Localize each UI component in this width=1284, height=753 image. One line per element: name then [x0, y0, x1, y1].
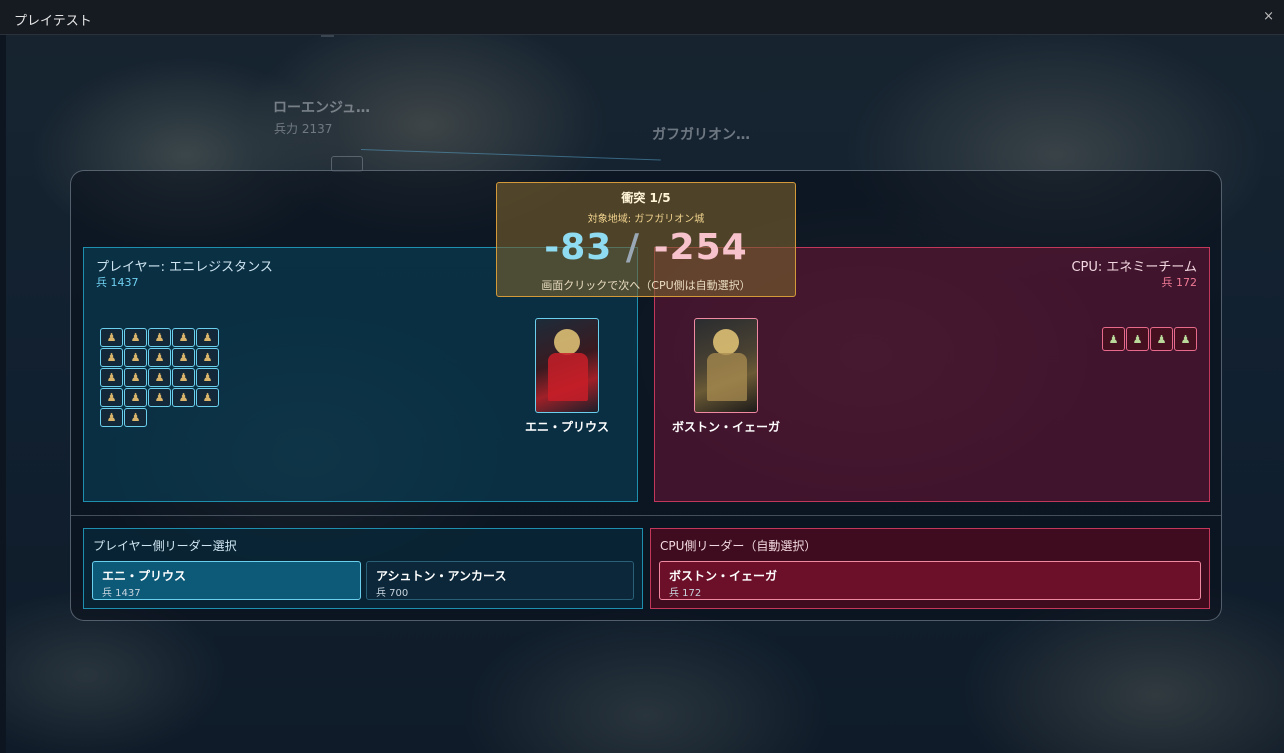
soldier-icon: ♟ — [172, 368, 195, 387]
player-leader-card — [535, 318, 599, 413]
leader-option-name: ボストン・イェーガ — [669, 569, 778, 583]
soldier-icon: ♟ — [148, 348, 171, 367]
player-leader-select-title: プレイヤー側リーダー選択 — [93, 539, 237, 553]
cpu-troops: 兵 172 — [1161, 276, 1198, 289]
soldier-icon: ♟ — [124, 328, 147, 347]
soldier-icon: ♟ — [124, 388, 147, 407]
window-title: プレイテスト — [14, 14, 92, 29]
cpu-leader-card — [694, 318, 758, 413]
leader-portrait-body — [707, 353, 747, 401]
cpu-damage-value: -254 — [653, 227, 748, 268]
player-damage-value: -83 — [544, 227, 613, 268]
leader-option-troops: 兵 1437 — [102, 588, 141, 599]
map-route-line — [360, 149, 661, 161]
soldier-icon: ♟ — [1150, 327, 1173, 351]
clash-damage: -83 / -254 — [497, 227, 795, 268]
leader-portrait-head — [554, 329, 580, 355]
cpu-soldier-grid: ♟ ♟ ♟ ♟ — [1102, 327, 1197, 351]
player-leader-select: プレイヤー側リーダー選択 エニ・プリウス 兵 1437 アシュトン・アンカース … — [83, 528, 643, 609]
soldier-icon: ♟ — [172, 348, 195, 367]
cpu-leader-name: ボストン・イェーガ — [671, 420, 780, 434]
leader-option-eni-prius[interactable]: エニ・プリウス 兵 1437 — [92, 561, 361, 600]
leader-option-troops: 兵 172 — [669, 588, 702, 599]
cpu-name: CPU: エネミーチーム — [1071, 260, 1197, 275]
soldier-icon: ♟ — [172, 388, 195, 407]
soldier-icon: ♟ — [148, 388, 171, 407]
soldier-icon: ♟ — [124, 368, 147, 387]
soldier-icon: ♟ — [100, 348, 123, 367]
soldier-icon: ♟ — [124, 408, 147, 427]
leader-option-ashton-ankers[interactable]: アシュトン・アンカース 兵 700 — [366, 561, 634, 600]
player-leader-name: エニ・プリウス — [524, 420, 609, 434]
soldier-icon: ♟ — [1174, 327, 1197, 351]
panel-divider — [71, 515, 1221, 516]
leader-option-name: エニ・プリウス — [102, 569, 187, 583]
soldier-icon: ♟ — [148, 368, 171, 387]
damage-separator: / — [625, 227, 641, 268]
leader-option-troops: 兵 700 — [376, 588, 409, 599]
soldier-icon: ♟ — [1102, 327, 1125, 351]
leader-option-name: アシュトン・アンカース — [376, 569, 507, 583]
player-soldier-grid: ♟ ♟ ♟ ♟ ♟ ♟ ♟ ♟ ♟ ♟ ♟ ♟ ♟ ♟ ♟ ♟ ♟ ♟ ♟ ♟ ♟ ♟ — [100, 328, 219, 427]
map-marker — [321, 35, 334, 37]
soldier-icon: ♟ — [124, 348, 147, 367]
soldier-icon: ♟ — [100, 388, 123, 407]
soldier-icon: ♟ — [196, 368, 219, 387]
map-region-label: ガフガリオン… — [652, 127, 750, 143]
soldier-icon: ♟ — [196, 328, 219, 347]
soldier-icon: ♟ — [148, 328, 171, 347]
cpu-leader-select-title: CPU側リーダー（自動選択） — [660, 539, 817, 553]
clash-hint: 画面クリックで次へ（CPU側は自動選択） — [541, 279, 751, 292]
map-region-troops: 兵力 2137 — [274, 122, 333, 136]
cpu-leader-select: CPU側リーダー（自動選択） ボストン・イェーガ 兵 172 — [650, 528, 1210, 609]
soldier-icon: ♟ — [100, 408, 123, 427]
soldier-icon: ♟ — [1126, 327, 1149, 351]
window-titlebar: プレイテスト × — [0, 0, 1284, 35]
leader-portrait-body — [548, 353, 588, 401]
clash-title: 衝突 1/5 — [621, 191, 671, 205]
soldier-icon: ♟ — [100, 328, 123, 347]
soldier-icon: ♟ — [196, 348, 219, 367]
close-icon[interactable]: × — [1263, 9, 1274, 24]
soldier-icon: ♟ — [172, 328, 195, 347]
player-name: プレイヤー: エニレジスタンス — [96, 260, 273, 275]
leader-portrait-head — [713, 329, 739, 355]
map-region-label: ローエンジュ… — [273, 100, 371, 116]
clash-target-region: 対象地域: ガフガリオン城 — [587, 214, 705, 225]
leader-option-boston-jaeger: ボストン・イェーガ 兵 172 — [659, 561, 1201, 600]
soldier-icon: ♟ — [100, 368, 123, 387]
player-troops: 兵 1437 — [96, 276, 139, 289]
soldier-icon: ♟ — [196, 388, 219, 407]
clash-result-popup[interactable]: 衝突 1/5 対象地域: ガフガリオン城 -83 / -254 画面クリックで次… — [496, 182, 796, 297]
